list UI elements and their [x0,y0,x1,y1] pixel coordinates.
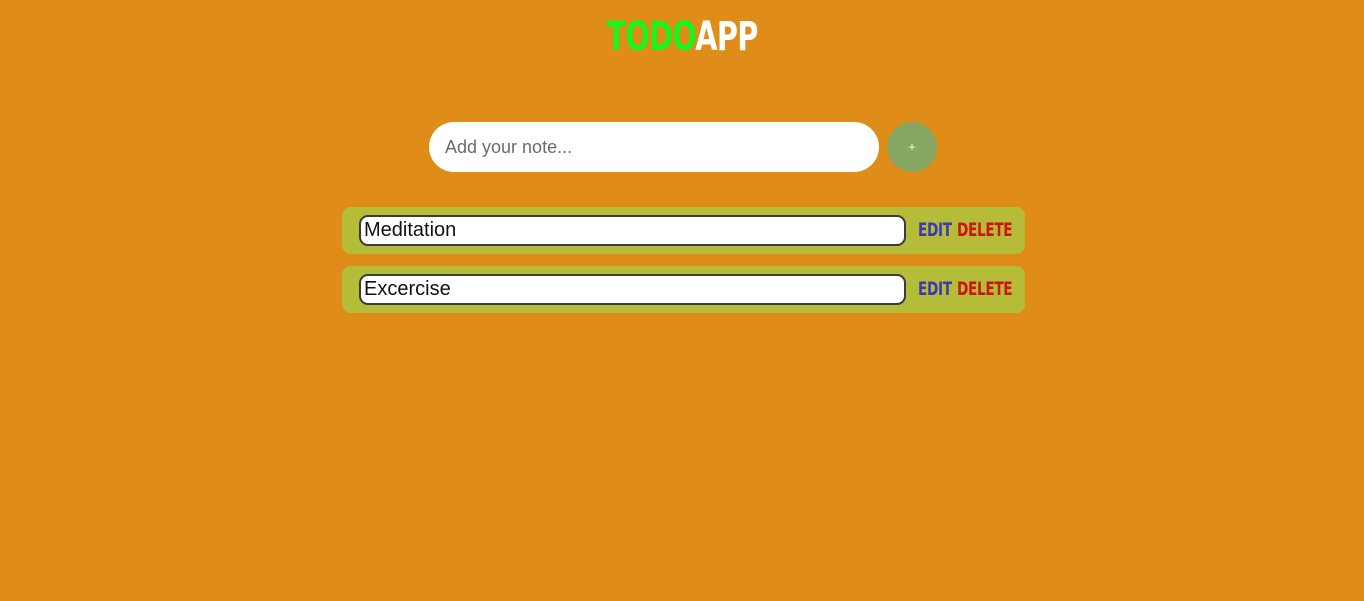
edit-button[interactable]: EDIT [918,219,952,241]
add-note-button[interactable]: + [887,122,937,172]
todo-item: EDIT DELETE [342,266,1025,313]
delete-button[interactable]: DELETE [957,219,1013,241]
delete-button[interactable]: DELETE [957,278,1013,300]
app-title: TODOAPP [191,13,1173,61]
todo-text-field[interactable] [359,274,906,305]
todo-list: EDIT DELETE EDIT DELETE [342,207,1025,325]
todo-text-field[interactable] [359,215,906,246]
app-title-app: APP [695,14,758,60]
app-title-todo: TODO [606,14,696,60]
note-input[interactable] [429,122,879,172]
todo-item: EDIT DELETE [342,207,1025,254]
edit-button[interactable]: EDIT [918,278,952,300]
